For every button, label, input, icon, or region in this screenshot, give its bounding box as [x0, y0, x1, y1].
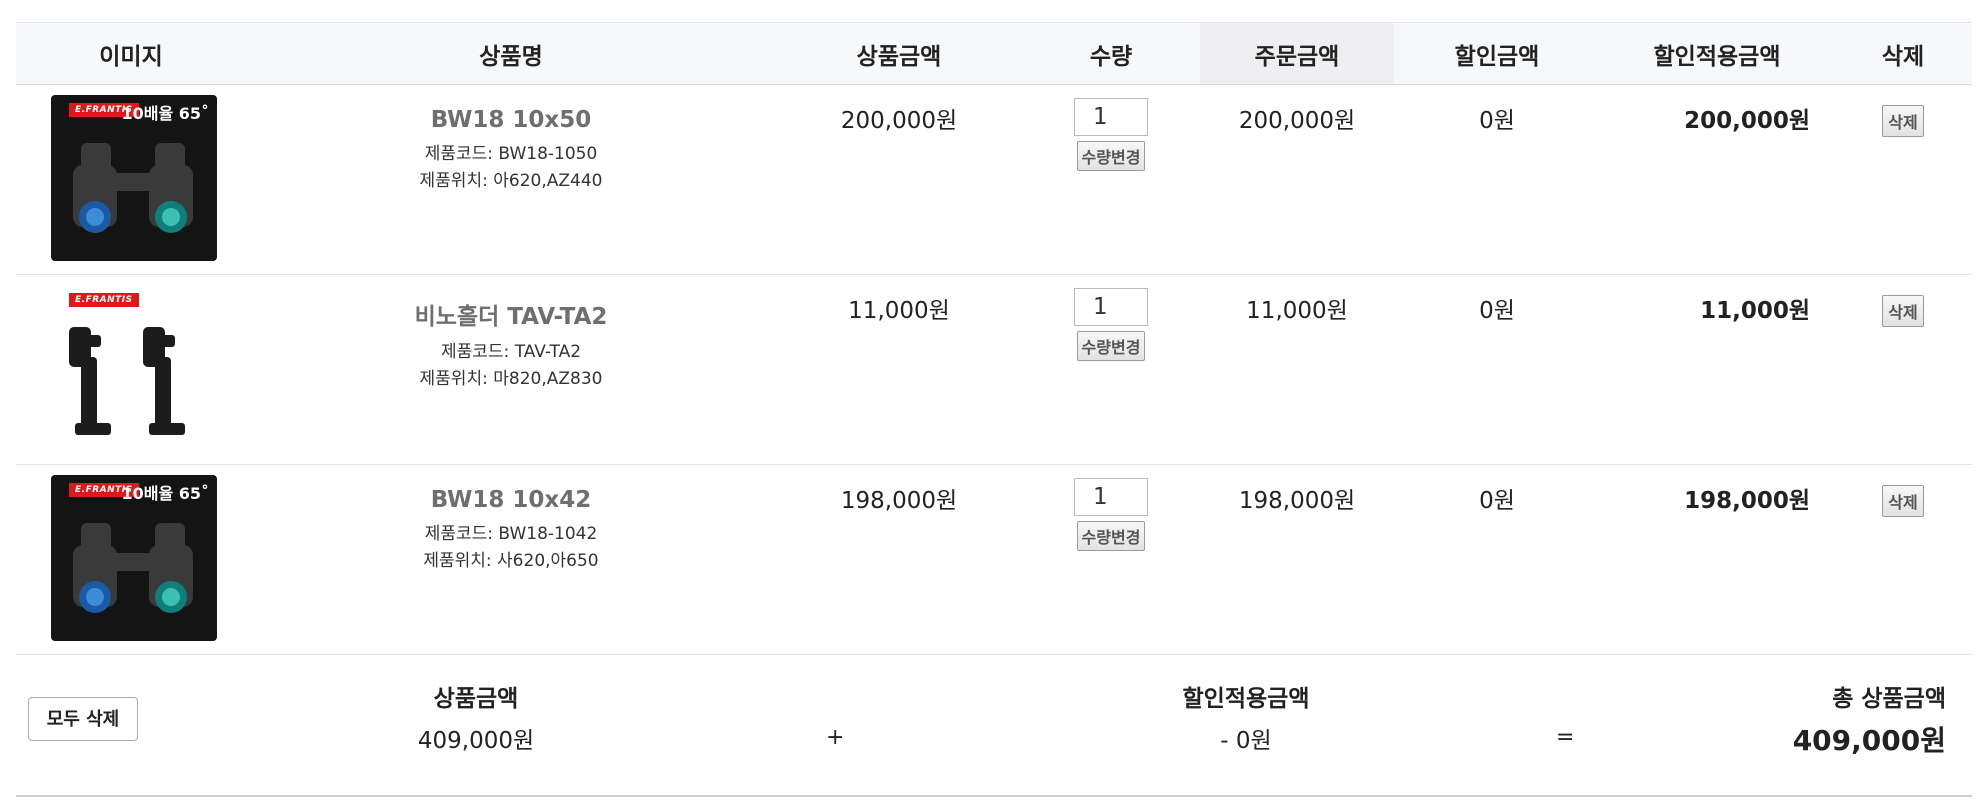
image-cell: E.FRANTIS 10배율 65˚ [16, 84, 246, 275]
header-name: 상품명 [246, 22, 776, 85]
cart-summary: 모두 삭제 상품금액 409,000원 + 할인적용금액 - 0원 = 총 상품… [16, 655, 1972, 797]
product-code: TAV-TA2 [514, 342, 582, 362]
product-name-link[interactable]: 비노홀더 TAV-TA2 [246, 297, 776, 331]
thumb-badge: 10배율 65˚ [121, 484, 209, 503]
change-quantity-button[interactable]: 수량변경 [1076, 141, 1146, 171]
applied-amount: 11,000원 [1700, 298, 1810, 324]
header-discount: 할인금액 [1394, 22, 1600, 85]
quantity-input[interactable] [1074, 288, 1148, 326]
equals-sign: = [1556, 725, 1575, 750]
product-image-binoculars[interactable]: E.FRANTIS 10배율 65˚ [51, 475, 217, 641]
table-header-row: 이미지 상품명 상품금액 수량 주문금액 할인금액 할인적용금액 삭제 [16, 22, 1972, 85]
table-row: E.FRANTIS 10배율 65˚ BW18 10x50 제품코드: BW18… [16, 84, 1972, 275]
delete-item-button[interactable]: 삭제 [1882, 485, 1924, 517]
header-qty: 수량 [1022, 22, 1200, 85]
image-cell: E.FRANTIS 10배율 65˚ [16, 464, 246, 655]
order-amount: 200,000원 [1238, 108, 1356, 134]
applied-cell: 198,000원 [1600, 464, 1834, 655]
name-cell: BW18 10x50 제품코드: BW18-1050 제품위치: 아620,AZ… [246, 84, 776, 275]
discount-cell: 0원 [1394, 84, 1600, 275]
subtotal-value: 409,000원 [417, 728, 535, 754]
quantity-input[interactable] [1074, 98, 1148, 136]
delete-all-button[interactable]: 모두 삭제 [28, 697, 138, 741]
cart-table-wrapper: 이미지 상품명 상품금액 수량 주문금액 할인금액 할인적용금액 삭제 E.FR… [16, 22, 1972, 655]
product-meta: 제품코드: TAV-TA2 제품위치: 마820,AZ830 [246, 339, 776, 393]
product-name-link[interactable]: BW18 10x50 [246, 107, 776, 133]
delete-item-button[interactable]: 삭제 [1882, 105, 1924, 137]
applied-cell: 200,000원 [1600, 84, 1834, 275]
discount-block: 할인적용금액 - 0원 [1096, 679, 1396, 755]
product-image-holder[interactable]: E.FRANTIS [51, 285, 217, 451]
delete-cell: 삭제 [1834, 464, 1972, 655]
discount-cell: 0원 [1394, 274, 1600, 465]
order-cell: 200,000원 [1200, 84, 1394, 275]
qty-cell: 수량변경 [1022, 274, 1200, 465]
grand-total-value: 409,000원 [1792, 724, 1946, 757]
code-label: 제품코드: [424, 144, 493, 164]
product-price: 200,000원 [840, 108, 958, 134]
product-image-binoculars[interactable]: E.FRANTIS 10배율 65˚ [51, 95, 217, 261]
price-cell: 11,000원 [776, 274, 1022, 465]
change-quantity-button[interactable]: 수량변경 [1076, 521, 1146, 551]
delete-cell: 삭제 [1834, 274, 1972, 465]
product-meta: 제품코드: BW18-1042 제품위치: 사620,아650 [246, 521, 776, 575]
location-label: 제품위치: [419, 369, 488, 389]
change-quantity-button[interactable]: 수량변경 [1076, 331, 1146, 361]
product-code: BW18-1042 [498, 524, 598, 544]
cart-table: 이미지 상품명 상품금액 수량 주문금액 할인금액 할인적용금액 삭제 E.FR… [16, 22, 1972, 655]
plus-sign: + [826, 725, 845, 750]
delete-item-button[interactable]: 삭제 [1882, 295, 1924, 327]
header-image: 이미지 [16, 22, 246, 85]
discount-cell: 0원 [1394, 464, 1600, 655]
applied-cell: 11,000원 [1600, 274, 1834, 465]
price-cell: 198,000원 [776, 464, 1022, 655]
product-location: 사620,아650 [497, 551, 599, 571]
name-cell: 비노홀더 TAV-TA2 제품코드: TAV-TA2 제품위치: 마820,AZ… [246, 274, 776, 465]
product-price: 198,000원 [840, 488, 958, 514]
product-meta: 제품코드: BW18-1050 제품위치: 아620,AZ440 [246, 141, 776, 195]
order-cell: 198,000원 [1200, 464, 1394, 655]
qty-cell: 수량변경 [1022, 464, 1200, 655]
quantity-input[interactable] [1074, 478, 1148, 516]
order-amount: 198,000원 [1238, 488, 1356, 514]
applied-amount: 198,000원 [1684, 488, 1810, 514]
product-name-link[interactable]: BW18 10x42 [246, 487, 776, 513]
product-location: 마820,AZ830 [493, 369, 603, 389]
location-label: 제품위치: [423, 551, 492, 571]
discount-total-value: - 0원 [1220, 728, 1272, 754]
order-cell: 11,000원 [1200, 274, 1394, 465]
product-price: 11,000원 [848, 298, 950, 324]
header-delete: 삭제 [1834, 22, 1972, 85]
discount-amount: 0원 [1479, 298, 1515, 324]
discount-total-label: 할인적용금액 [1182, 686, 1310, 712]
product-code: BW18-1050 [498, 144, 598, 164]
image-cell: E.FRANTIS [16, 274, 246, 465]
discount-amount: 0원 [1479, 108, 1515, 134]
product-location: 아620,AZ440 [493, 171, 603, 191]
header-applied-amount: 할인적용금액 [1600, 22, 1834, 85]
grand-total-block: 총 상품금액 409,000원 [1793, 679, 1946, 759]
qty-cell: 수량변경 [1022, 84, 1200, 275]
location-label: 제품위치: [419, 171, 488, 191]
grand-total-label: 총 상품금액 [1832, 686, 1946, 712]
order-amount: 11,000원 [1246, 298, 1348, 324]
code-label: 제품코드: [440, 342, 510, 362]
table-row: E.FRANTIS 비노홀더 TAV-TA2 제품코드: TAV-TA2 제품위… [16, 274, 1972, 465]
delete-cell: 삭제 [1834, 84, 1972, 275]
name-cell: BW18 10x42 제품코드: BW18-1042 제품위치: 사620,아6… [246, 464, 776, 655]
tripod-adapter-icon [69, 327, 185, 435]
table-row: E.FRANTIS 10배율 65˚ BW18 10x42 제품코드: BW18… [16, 464, 1972, 655]
applied-amount: 200,000원 [1684, 108, 1810, 134]
brand-logo: E.FRANTIS [69, 293, 139, 307]
code-label: 제품코드: [424, 524, 493, 544]
header-price: 상품금액 [776, 22, 1022, 85]
price-cell: 200,000원 [776, 84, 1022, 275]
subtotal-block: 상품금액 409,000원 [346, 679, 606, 755]
header-order-amount: 주문금액 [1200, 22, 1394, 85]
subtotal-label: 상품금액 [433, 686, 519, 712]
thumb-badge: 10배율 65˚ [121, 104, 209, 123]
discount-amount: 0원 [1479, 488, 1515, 514]
